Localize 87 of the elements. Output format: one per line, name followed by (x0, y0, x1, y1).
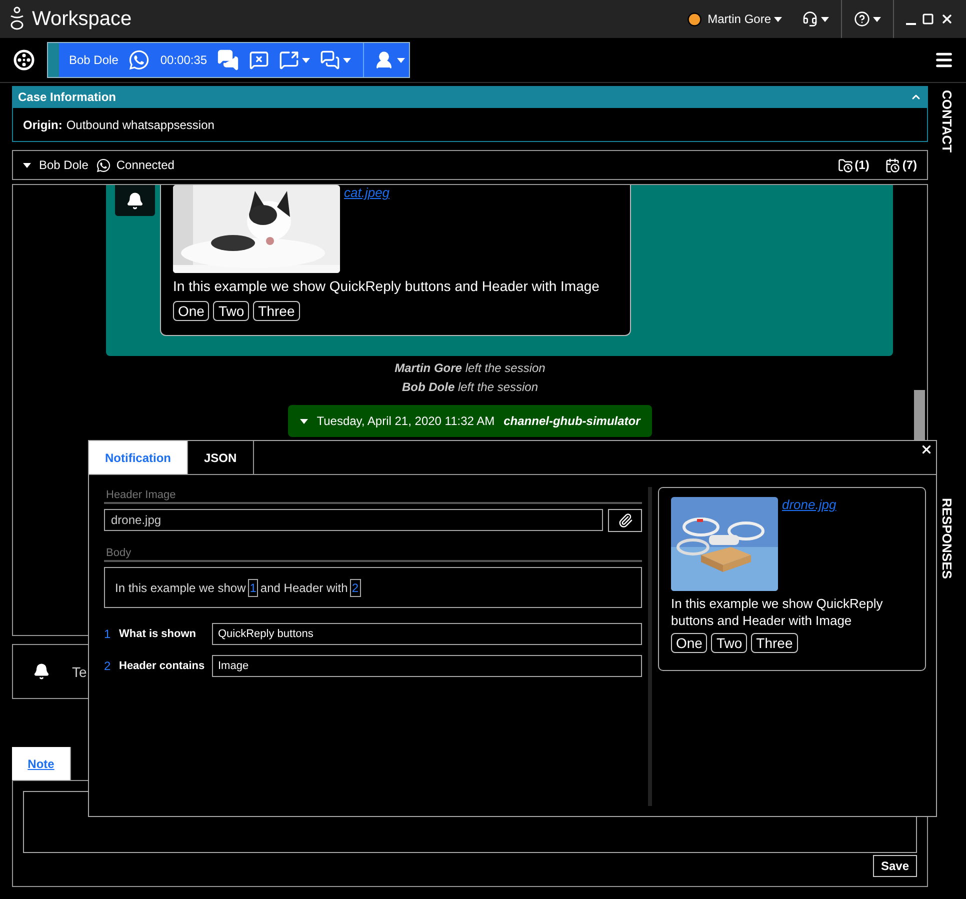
event-text: Bob Dole left the session (402, 379, 538, 396)
close-icon (920, 443, 933, 456)
caret-icon (774, 16, 782, 22)
chat-close-icon (249, 50, 270, 70)
end-chat-button[interactable] (249, 50, 270, 70)
headset-icon (802, 11, 818, 27)
section-label: Header Image (104, 487, 642, 504)
count-text: (1) (854, 158, 870, 172)
body-text: and Header with (260, 580, 348, 594)
caret-icon (343, 58, 352, 62)
contact-name: Bob Dole (69, 53, 118, 67)
caret-icon (821, 16, 829, 22)
close-button[interactable] (920, 443, 933, 456)
parameter-index: 1 (104, 627, 112, 641)
headset-menu[interactable] (802, 11, 829, 27)
parameter-field[interactable]: QuickReply buttons (212, 623, 642, 645)
contact-name: Bob Dole (39, 158, 88, 172)
side-tab[interactable]: RESPONSES (940, 498, 954, 579)
preview-text: In this example we show QuickReply buttons and Header with Image (671, 595, 884, 629)
paperclip-icon (618, 513, 632, 528)
count-text: (7) (902, 158, 917, 172)
quick-reply-button[interactable]: One (671, 633, 708, 653)
section-label: Body (104, 545, 642, 562)
parameter-label: What is shown (119, 628, 197, 640)
parameter-field[interactable]: Image (212, 655, 642, 677)
transfer-button[interactable] (217, 49, 240, 71)
caret-icon (302, 58, 310, 62)
bell-icon (126, 192, 144, 210)
placeholder-token[interactable]: 2 (350, 578, 360, 596)
field-label: Origin: (23, 118, 62, 132)
bell-icon (33, 663, 50, 680)
menu-icon (934, 50, 954, 70)
notice-text: Te (72, 664, 87, 680)
chat-forward-icon (279, 50, 300, 70)
conference-button[interactable] (320, 50, 352, 70)
maximize-button[interactable] (922, 13, 934, 25)
message-text: In this example we show QuickReply buttons and Header with Image (173, 277, 600, 295)
placeholder-token[interactable]: 1 (248, 578, 258, 596)
help-menu[interactable] (854, 11, 881, 27)
calendar-icon (885, 158, 900, 172)
dots-circle-icon[interactable] (13, 49, 35, 71)
case-header[interactable]: Case Information (12, 86, 928, 108)
chat-bubbles-icon (217, 49, 240, 71)
minimize-icon (906, 22, 916, 24)
quick-reply-button[interactable]: Two (213, 301, 250, 321)
close-button[interactable] (940, 12, 954, 26)
forward-button[interactable] (279, 50, 310, 70)
attach-button[interactable] (608, 509, 642, 532)
event-text: Martin Gore left the session (394, 360, 546, 377)
whatsapp-icon (96, 158, 112, 172)
body-text: In this example we show (115, 580, 246, 594)
parameter-index: 2 (104, 659, 112, 673)
window-title: Workspace (32, 8, 132, 30)
body-field[interactable]: In this example we show 1 and Header with 2 (104, 567, 642, 608)
status-stripe (48, 43, 59, 77)
header-image-field[interactable]: drone.jpg (104, 509, 603, 531)
maximize-icon (922, 13, 934, 25)
quick-reply-button[interactable]: Three (751, 633, 798, 653)
note-tab[interactable]: Note (12, 747, 71, 780)
dialog-tab[interactable]: Notification (89, 441, 188, 474)
logo-icon (10, 6, 24, 32)
attachment-link[interactable]: drone.jpg (782, 497, 836, 512)
call-timer: 00:00:35 (160, 53, 208, 67)
side-tab[interactable]: CONTACT (940, 90, 954, 153)
quick-reply-button[interactable]: Two (711, 633, 748, 653)
save-button[interactable]: Save (873, 855, 917, 877)
caret-icon (300, 418, 308, 424)
quick-reply-button[interactable]: One (173, 301, 210, 321)
close-icon (940, 12, 954, 26)
quick-reply-button[interactable]: Three (253, 301, 300, 321)
user-menu[interactable]: Martin Gore (708, 12, 782, 26)
caret-icon (397, 58, 406, 62)
whatsapp-icon (128, 49, 150, 71)
parameter-label: Header contains (119, 660, 206, 672)
caret-icon (873, 16, 881, 22)
user-icon (374, 50, 394, 70)
status-text: Connected (116, 158, 174, 172)
caret-icon (23, 162, 31, 168)
attachment-link[interactable]: cat.jpeg (344, 185, 390, 200)
chat-bubbles-icon (320, 50, 340, 70)
session-header[interactable]: Tuesday, April 21, 2020 11:32 AM channel-ghub-simulator (288, 405, 652, 437)
party-button[interactable] (374, 50, 406, 70)
case-title: Case Information (18, 90, 116, 104)
field-value: Outbound whatsappsession (66, 118, 214, 132)
folder-icon (838, 158, 853, 172)
help-icon (854, 11, 870, 27)
menu-button[interactable] (934, 50, 954, 70)
